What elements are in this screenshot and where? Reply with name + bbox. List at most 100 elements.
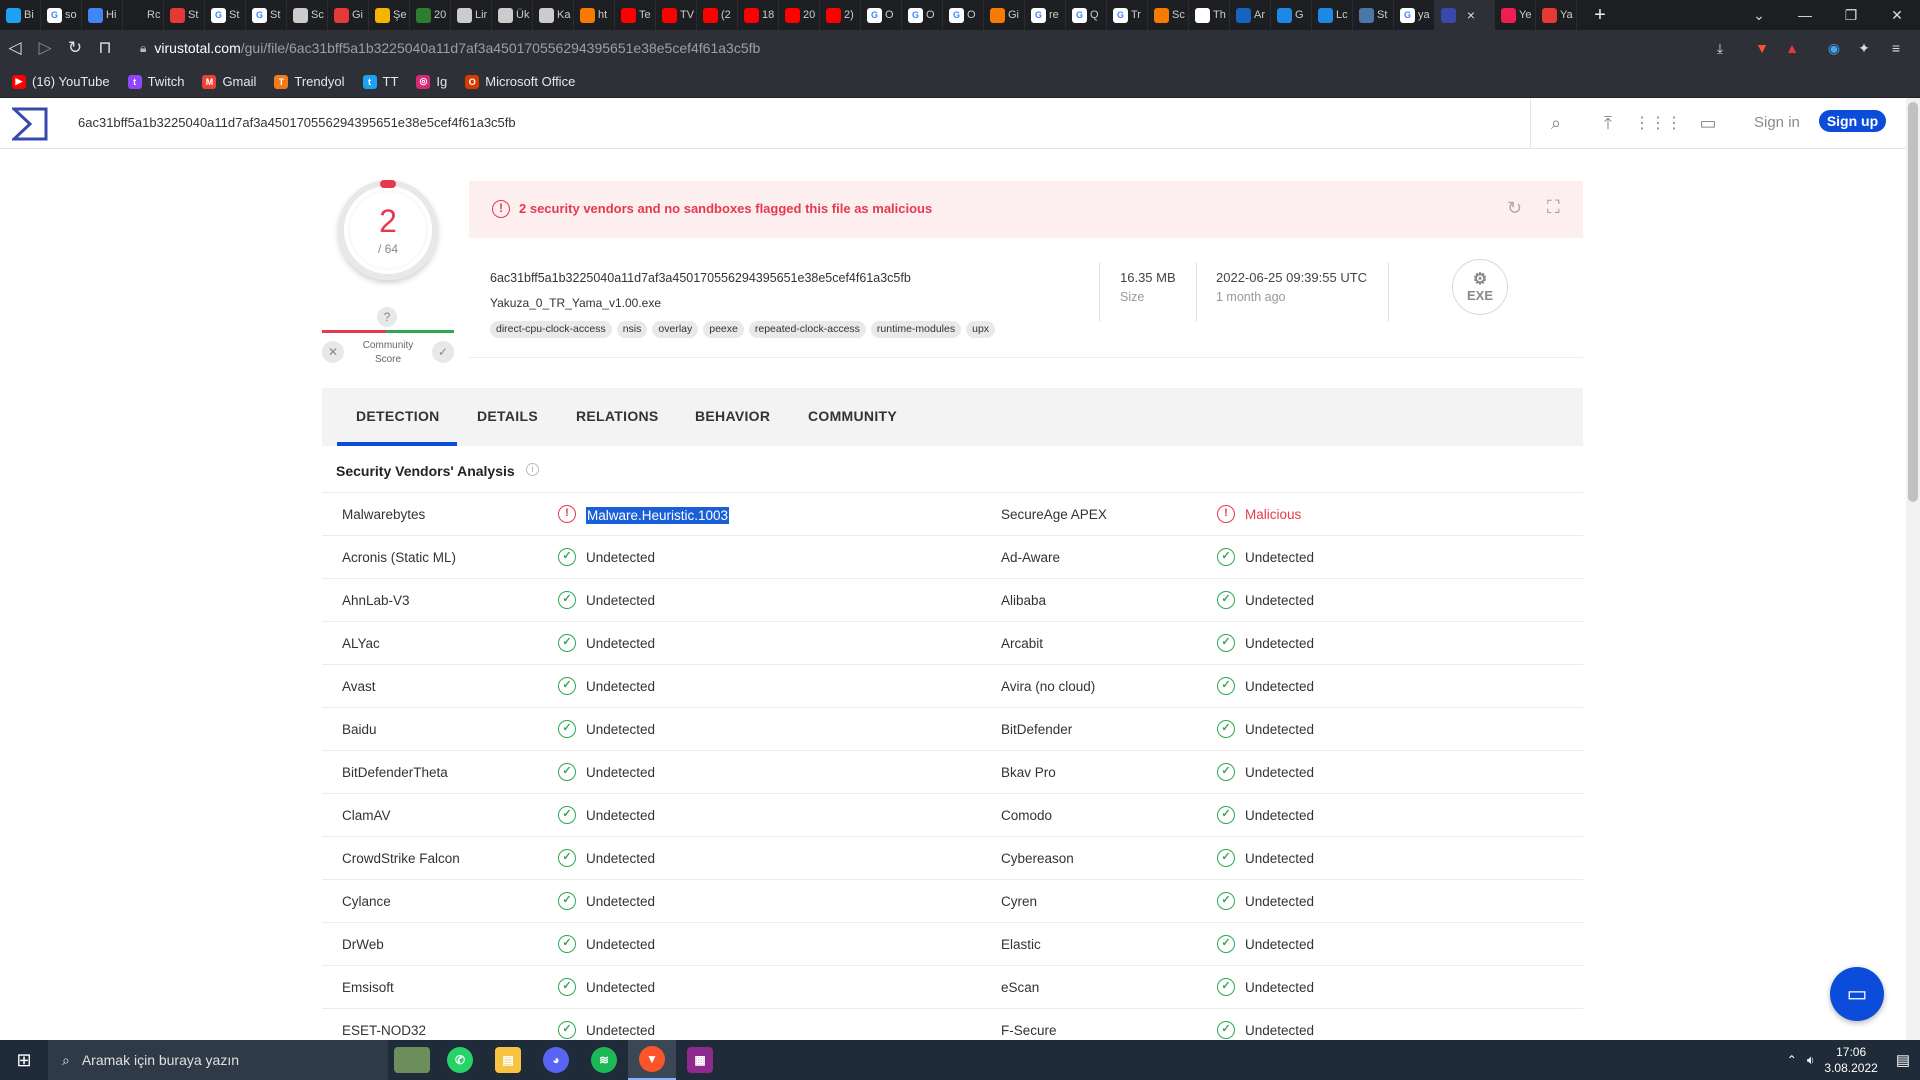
- brave-rewards-icon[interactable]: ▲: [1780, 36, 1804, 60]
- bookmark-item[interactable]: T Trendyol: [274, 74, 345, 89]
- tab-relations[interactable]: RELATIONS: [576, 408, 659, 424]
- browser-tab[interactable]: GQ: [1066, 0, 1107, 30]
- browser-tab[interactable]: Ük: [492, 0, 533, 30]
- tab-behavior[interactable]: BEHAVIOR: [695, 408, 770, 424]
- browser-tab[interactable]: Sc: [1148, 0, 1189, 30]
- close-tab-icon[interactable]: ×: [1462, 7, 1480, 23]
- browser-tab[interactable]: Gre: [1025, 0, 1066, 30]
- whatsapp-taskbar-button[interactable]: ✆: [436, 1040, 484, 1080]
- sign-in-link[interactable]: Sign in: [1754, 114, 1800, 131]
- file-tag[interactable]: nsis: [616, 321, 648, 338]
- browser-tab[interactable]: Gi: [984, 0, 1025, 30]
- back-icon[interactable]: ◁: [0, 38, 30, 58]
- file-tag[interactable]: overlay: [652, 321, 699, 338]
- address-bar[interactable]: 🔒︎ virustotal.com/gui/file/6ac31bff5a1b3…: [140, 36, 760, 60]
- browser-tab[interactable]: Gso: [41, 0, 82, 30]
- browser-tab[interactable]: 20: [410, 0, 451, 30]
- browser-tab[interactable]: 2): [820, 0, 861, 30]
- tab-detection[interactable]: DETECTION: [356, 408, 440, 424]
- vote-malicious-icon[interactable]: ✕: [322, 341, 344, 363]
- browser-tab[interactable]: Ya: [1536, 0, 1577, 30]
- bookmark-item[interactable]: ◎ Ig: [416, 74, 447, 89]
- reload-icon[interactable]: ↻: [60, 38, 90, 58]
- widgets-icon[interactable]: [388, 1040, 436, 1080]
- browser-tab[interactable]: Bi: [0, 0, 41, 30]
- browser-tab[interactable]: G St: [205, 0, 246, 30]
- browser-tab[interactable]: Lc: [1312, 0, 1353, 30]
- browser-tab[interactable]: Th: [1189, 0, 1230, 30]
- bookmark-item[interactable]: ▶ (16) YouTube: [12, 74, 110, 89]
- restore-icon[interactable]: ❐: [1828, 7, 1874, 24]
- browser-tab[interactable]: Sc: [287, 0, 328, 30]
- bookmark-item[interactable]: t Twitch: [127, 74, 184, 89]
- search-icon[interactable]: ⌕: [1544, 111, 1568, 135]
- browser-tab[interactable]: G: [1271, 0, 1312, 30]
- brave-shield-icon[interactable]: ▼: [1750, 36, 1774, 60]
- tab-search-icon[interactable]: ⌄: [1736, 7, 1782, 24]
- sign-up-button[interactable]: Sign up: [1819, 110, 1886, 132]
- close-window-icon[interactable]: ✕: [1874, 7, 1920, 24]
- browser-tab[interactable]: Te: [615, 0, 656, 30]
- file-tag[interactable]: direct-cpu-clock-access: [490, 321, 612, 338]
- volume-icon[interactable]: 🔉︎: [1807, 1053, 1815, 1068]
- browser-tab[interactable]: TV: [656, 0, 697, 30]
- browser-tab[interactable]: 18: [738, 0, 779, 30]
- discord-taskbar-button[interactable]: ◕: [532, 1040, 580, 1080]
- bookmark-item[interactable]: M Gmail: [202, 74, 256, 89]
- scrollbar-thumb[interactable]: [1908, 102, 1918, 502]
- new-tab-button[interactable]: +: [1585, 4, 1615, 27]
- browser-tab[interactable]: GO: [861, 0, 902, 30]
- browser-tab[interactable]: Hi: [82, 0, 123, 30]
- windows-start-icon[interactable]: ⊞: [0, 1050, 48, 1071]
- browser-tab[interactable]: G St: [246, 0, 287, 30]
- chevron-up-icon[interactable]: ⌃: [1787, 1053, 1797, 1067]
- browser-tab[interactable]: Ye: [1495, 0, 1536, 30]
- browser-tab[interactable]: (2: [697, 0, 738, 30]
- bookmark-item[interactable]: O Microsoft Office: [465, 74, 575, 89]
- puzzle-icon[interactable]: ✦: [1852, 36, 1876, 60]
- bookmark-icon[interactable]: ⊓: [90, 38, 120, 58]
- browser-tab[interactable]: Gya: [1394, 0, 1435, 30]
- browser-tab[interactable]: Ka: [533, 0, 574, 30]
- browser-tab[interactable]: Ar: [1230, 0, 1271, 30]
- apps-grid-icon[interactable]: ⋮⋮⋮: [1634, 111, 1682, 135]
- file-tag[interactable]: upx: [966, 321, 996, 338]
- notifications-icon[interactable]: ▤: [1896, 1051, 1910, 1069]
- minimize-icon[interactable]: —: [1782, 7, 1828, 23]
- chat-support-button[interactable]: ▭: [1830, 967, 1884, 1021]
- browser-tab[interactable]: ht: [574, 0, 615, 30]
- chat-icon[interactable]: ▭: [1696, 111, 1720, 135]
- winrar-taskbar-button[interactable]: ▦: [676, 1040, 724, 1080]
- similar-files-icon[interactable]: ⛶: [1547, 197, 1560, 218]
- tab-details[interactable]: DETAILS: [477, 408, 538, 424]
- browser-tab[interactable]: ×: [1435, 0, 1495, 30]
- browser-tab[interactable]: Gi: [328, 0, 369, 30]
- browser-tab[interactable]: St: [1353, 0, 1394, 30]
- browser-tab[interactable]: 20: [779, 0, 820, 30]
- browser-tab[interactable]: G Tr: [1107, 0, 1148, 30]
- file-tag[interactable]: runtime-modules: [870, 321, 962, 338]
- extension-icon[interactable]: ◉: [1822, 36, 1846, 60]
- brave-taskbar-button[interactable]: ▼: [628, 1040, 676, 1080]
- browser-tab[interactable]: Lir: [451, 0, 492, 30]
- menu-icon[interactable]: ≡: [1884, 36, 1908, 60]
- file-explorer-taskbar-button[interactable]: ▤: [484, 1040, 532, 1080]
- browser-tab[interactable]: St: [164, 0, 205, 30]
- info-icon[interactable]: i: [526, 463, 539, 476]
- virustotal-logo-icon[interactable]: [12, 106, 48, 142]
- download-icon[interactable]: ⤓: [1708, 36, 1732, 60]
- browser-tab[interactable]: Rc: [123, 0, 164, 30]
- tab-community[interactable]: COMMUNITY: [808, 408, 897, 424]
- vote-harmless-icon[interactable]: ✓: [432, 341, 454, 363]
- clock[interactable]: 17:06 3.08.2022: [1824, 1044, 1877, 1076]
- reanalyze-icon[interactable]: ↻: [1507, 198, 1522, 219]
- file-tag[interactable]: peexe: [703, 321, 744, 338]
- taskbar-search-box[interactable]: ⌕ Aramak için buraya yazın: [48, 1040, 388, 1080]
- upload-icon[interactable]: ⤒: [1596, 111, 1620, 135]
- browser-tab[interactable]: Şe: [369, 0, 410, 30]
- spotify-taskbar-button[interactable]: ≋: [580, 1040, 628, 1080]
- browser-tab[interactable]: GO: [943, 0, 984, 30]
- bookmark-item[interactable]: t TT: [362, 74, 398, 89]
- forward-icon[interactable]: ▷: [30, 38, 60, 58]
- search-input[interactable]: 6ac31bff5a1b3225040a11d7af3a450170556294…: [78, 115, 516, 130]
